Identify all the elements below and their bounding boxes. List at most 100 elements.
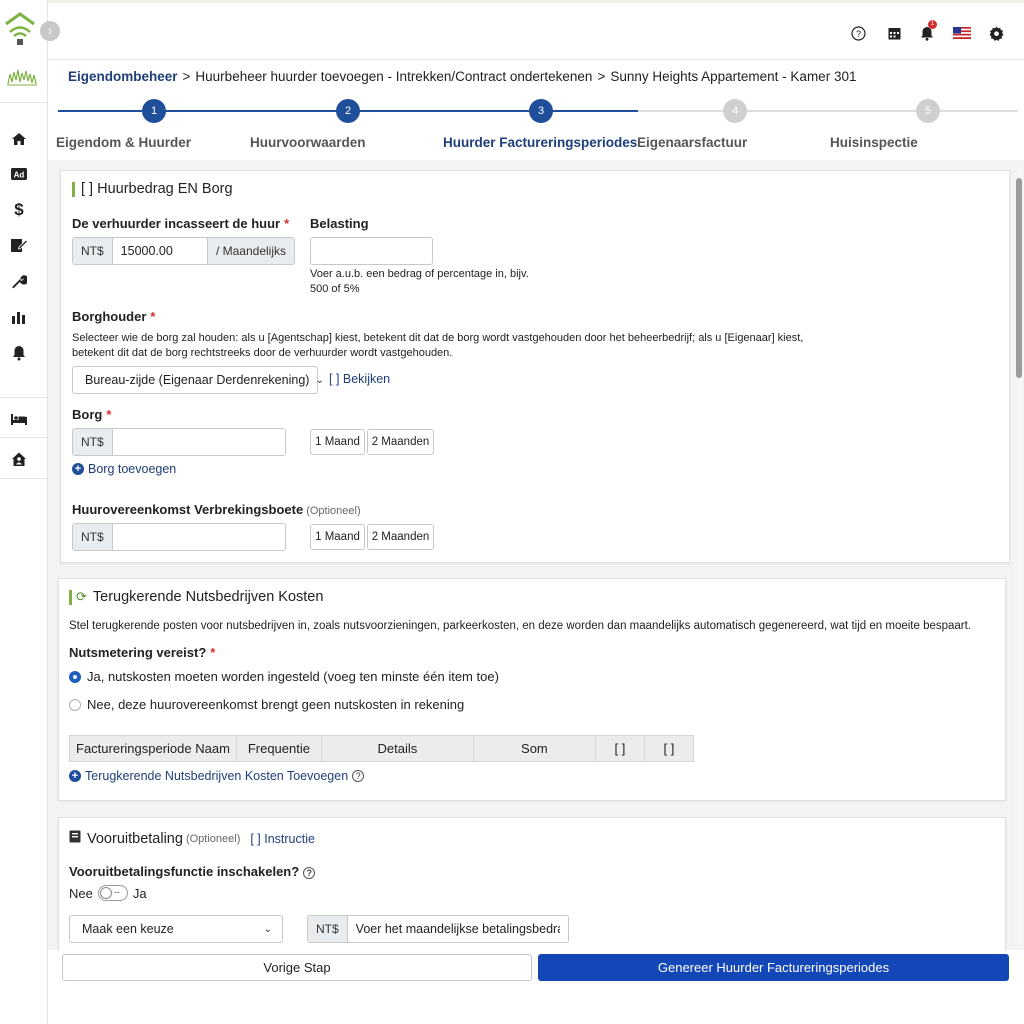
toggle-off-label: Nee — [69, 885, 93, 901]
column-header: Som — [472, 735, 596, 762]
radio-checked[interactable] — [69, 670, 81, 683]
us-flag-icon[interactable] — [952, 23, 972, 43]
tax-help-line-2: 500 of 5% — [310, 283, 360, 295]
metering-yes-text: Ja, nutskosten moeten worden ingesteld (… — [87, 669, 499, 684]
step-5[interactable]: 5 Huisinspectie — [830, 96, 1024, 150]
signature-icon[interactable] — [9, 235, 29, 255]
required-asterisk: * — [150, 309, 156, 324]
svg-text:?: ? — [855, 29, 860, 39]
refresh-icon: ⟳ — [76, 589, 87, 604]
prepayment-title: Vooruitbetaling (Optioneel) [ ] Instructi… — [69, 830, 315, 847]
instruction-link[interactable]: [ ] Instructie — [250, 832, 315, 846]
progress-stepper: 1 Eigendom & Huurder 2 Huurvoorwaarden 3… — [48, 96, 1024, 156]
scrollbar[interactable] — [1015, 168, 1023, 948]
wifi-house-logo[interactable] — [4, 12, 36, 46]
view-link[interactable]: [ ] Bekijken — [329, 372, 390, 386]
bell-icon[interactable] — [9, 343, 29, 363]
required-asterisk: * — [284, 216, 290, 231]
deposit-two-months-button[interactable]: 2 Maanden — [367, 429, 434, 455]
title-accent-bar — [72, 181, 75, 197]
sidebar-collapse-button[interactable]: › — [40, 21, 60, 41]
add-utility-text: Terugkerende Nutsbedrijven Kosten Toevoe… — [85, 769, 349, 783]
chevron-down-icon: ⌄ — [315, 374, 324, 386]
rent-collect-label-text: De verhuurder incasseert de huur — [72, 216, 281, 231]
chevron-down-icon: ⌄ — [263, 923, 272, 935]
optional-tag: (Optioneel) — [185, 832, 241, 845]
step-3[interactable]: 3 Huurder Factureringsperiodes — [443, 96, 639, 150]
calendar-icon[interactable] — [884, 23, 904, 43]
currency-addon: NT$ — [308, 916, 348, 942]
utilities-title: ⟳ Terugkerende Nutsbedrijven Kosten — [69, 589, 323, 605]
step-4[interactable]: 4 Eigenaarsfactuur — [637, 96, 833, 150]
penalty-amount-input[interactable] — [112, 524, 285, 550]
metering-no-text: Nee, deze huurovereenkomst brengt geen n… — [87, 697, 465, 712]
breadcrumb-root[interactable]: Eigendombeheer — [68, 69, 178, 84]
step-label: Eigendom & Huurder — [56, 135, 192, 150]
tax-help-text: Voer a.u.b. een bedrag of percentage in,… — [310, 267, 550, 297]
toggle-knob — [99, 887, 112, 899]
rent-deposit-title: [ ] Huurbedrag EN Borg — [72, 181, 233, 197]
utilities-description: Stel terugkerende posten voor nutsbedrij… — [69, 620, 972, 632]
prepayment-type-select[interactable]: Maak een keuze ⌄ — [69, 915, 283, 943]
prepayment-amount-input[interactable] — [347, 916, 568, 942]
help-icon[interactable]: ? — [352, 770, 365, 782]
sidebar-divider — [0, 102, 48, 103]
required-asterisk: * — [106, 407, 112, 422]
tax-input[interactable] — [310, 237, 433, 265]
required-asterisk: * — [210, 645, 216, 660]
chart-icon[interactable] — [9, 307, 29, 327]
penalty-one-month-button[interactable]: 1 Maand — [310, 524, 365, 550]
penalty-two-months-button[interactable]: 2 Maanden — [367, 524, 434, 550]
add-deposit-text: Borg toevoegen — [88, 462, 177, 476]
sidebar: Ad $ — [0, 0, 48, 1024]
help-icon[interactable]: ? — [303, 867, 316, 879]
previous-step-button[interactable]: Vorige Stap — [62, 954, 532, 981]
step-1[interactable]: 1 Eigendom & Huurder — [56, 96, 252, 150]
prepayment-title-text: Vooruitbetaling — [87, 830, 183, 847]
deposit-holder-help-line-1: Selecteer wie de borg zal houden: als u … — [72, 332, 804, 344]
step-2[interactable]: 2 Huurvoorwaarden — [250, 96, 446, 150]
step-label: Huisinspectie — [830, 135, 918, 150]
scrollbar-thumb[interactable] — [1016, 178, 1022, 378]
deposit-holder-select[interactable]: Bureau-zijde (Eigenaar Derdenrekening) ⌄ — [72, 366, 324, 394]
settings-gear-icon[interactable] — [986, 23, 1006, 43]
rent-period-addon: / Maandelijks — [206, 238, 294, 264]
step-number: 1 — [142, 99, 166, 123]
prepayment-amount-group: NT$ — [307, 915, 569, 943]
deposit-one-month-button[interactable]: 1 Maand — [310, 429, 365, 455]
column-header: Details — [320, 735, 474, 762]
sidebar-divider — [0, 478, 48, 479]
breadcrumb-middle[interactable]: Huurbeheer huurder toevoegen - Intrekken… — [195, 69, 592, 84]
utilities-table-header: Factureringsperiode Naam Frequentie Deta… — [69, 735, 694, 762]
deposit-amount-group: NT$ — [72, 428, 286, 456]
utilities-table: Factureringsperiode Naam Frequentie Deta… — [69, 735, 694, 762]
help-icon[interactable]: ? — [848, 23, 868, 43]
prepayment-toggle[interactable]: -- — [97, 885, 128, 901]
breadcrumb-separator: > — [597, 69, 606, 84]
metering-no-option[interactable]: Nee, deze huurovereenkomst brengt geen n… — [69, 697, 464, 712]
step-number: 4 — [723, 99, 747, 123]
house-user-icon[interactable] — [9, 449, 29, 469]
plus-circle-icon: + — [72, 463, 84, 475]
add-deposit-link[interactable]: + Borg toevoegen — [72, 462, 176, 476]
column-header: [ ] — [594, 735, 645, 762]
prepayment-toggle-row: Nee -- Ja — [69, 885, 147, 901]
radio-unchecked[interactable] — [69, 698, 81, 711]
ad-icon[interactable]: Ad — [9, 164, 29, 184]
add-utility-link[interactable]: + Terugkerende Nutsbedrijven Kosten Toevo… — [69, 769, 365, 783]
generate-billing-periods-button[interactable]: Genereer Huurder Factureringsperiodes — [538, 954, 1009, 981]
currency-addon: NT$ — [73, 524, 113, 550]
deposit-label-text: Borg — [72, 407, 103, 422]
step-number: 3 — [529, 99, 553, 123]
notification-bell-icon[interactable]: 1 — [917, 20, 937, 43]
metering-yes-option[interactable]: Ja, nutskosten moeten worden ingesteld (… — [69, 669, 499, 684]
dollar-icon[interactable]: $ — [9, 200, 29, 220]
deposit-amount-input[interactable] — [112, 429, 285, 455]
wrench-icon[interactable] — [9, 271, 29, 291]
rent-amount-input[interactable] — [112, 238, 207, 264]
bed-icon[interactable] — [9, 409, 29, 429]
prepayment-enable-label: Vooruitbetalingsfunctie inschakelen?? — [69, 864, 316, 879]
prepayment-card: Vooruitbetaling (Optioneel) [ ] Instructi… — [58, 817, 1006, 950]
rent-deposit-title-text: [ ] Huurbedrag EN Borg — [81, 181, 233, 197]
home-icon[interactable] — [9, 129, 29, 149]
